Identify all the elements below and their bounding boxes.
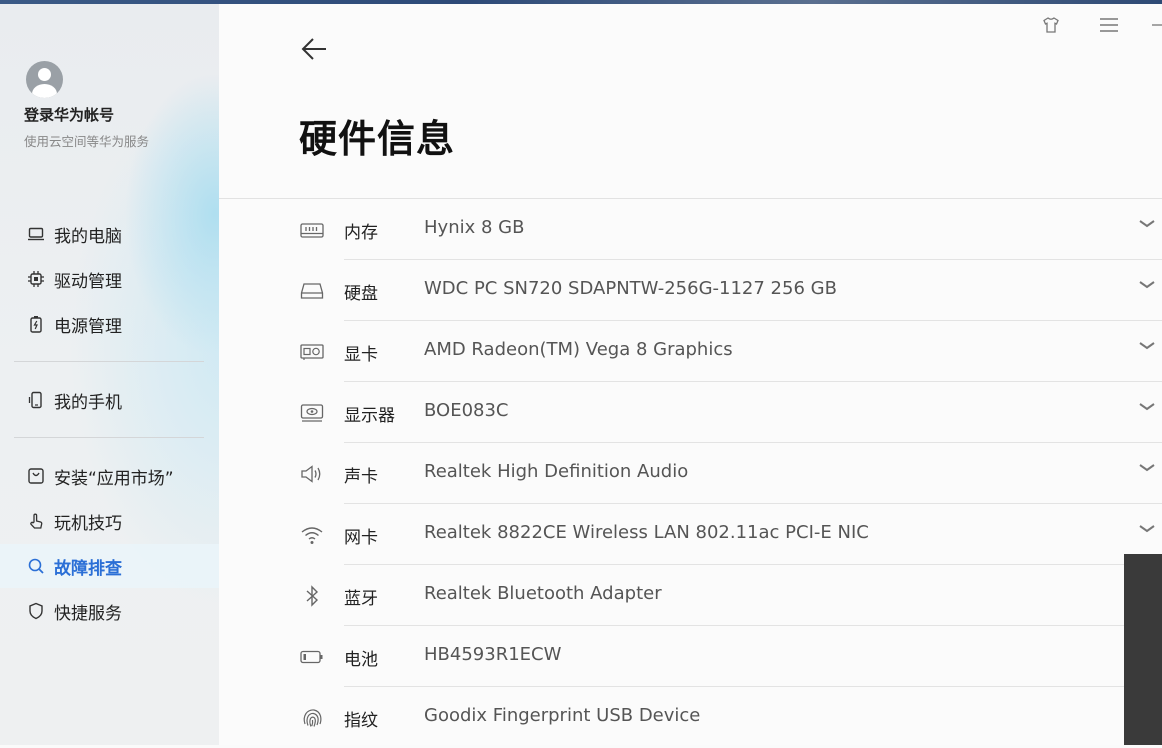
sidebar-item-label: 驱动管理	[54, 271, 122, 292]
page-title: 硬件信息	[299, 117, 456, 161]
chevron-down-icon[interactable]	[1138, 217, 1156, 231]
app-store-icon	[25, 465, 47, 487]
account-login-title[interactable]: 登录华为帐号	[24, 104, 114, 125]
hardware-label: 蓝牙	[344, 589, 378, 609]
hardware-label: 显示器	[344, 406, 395, 426]
chevron-down-icon[interactable]	[1138, 278, 1156, 292]
battery-icon	[299, 644, 325, 670]
hardware-row-bluetooth: 蓝牙 Realtek Bluetooth Adapter	[219, 565, 1162, 626]
sidebar-item-label: 我的电脑	[54, 226, 122, 247]
hardware-value: Goodix Fingerprint USB Device	[424, 705, 701, 726]
wifi-icon	[299, 522, 325, 548]
hardware-label: 网卡	[344, 528, 378, 548]
hardware-row-disk[interactable]: 硬盘 WDC PC SN720 SDAPNTW-256G-1127 256 GB	[219, 260, 1162, 321]
hardware-value: AMD Radeon(TM) Vega 8 Graphics	[424, 339, 733, 360]
hardware-row-battery: 电池 HB4593R1ECW	[219, 626, 1162, 687]
fingerprint-icon	[299, 705, 325, 731]
hardware-row-network-card[interactable]: 网卡 Realtek 8822CE Wireless LAN 802.11ac …	[219, 504, 1162, 565]
memory-icon	[299, 217, 325, 243]
sidebar-item-my-phone[interactable]: 我的手机	[0, 378, 219, 422]
hand-tap-icon	[25, 510, 47, 532]
hardware-label: 硬盘	[344, 284, 378, 304]
hardware-value: BOE083C	[424, 400, 509, 421]
phone-icon	[25, 389, 47, 411]
hardware-label: 声卡	[344, 467, 378, 487]
chip-icon	[25, 268, 47, 290]
hardware-label: 显卡	[344, 345, 378, 365]
sidebar-item-label: 我的手机	[54, 392, 122, 413]
sidebar-item-quick-service[interactable]: 快捷服务	[0, 589, 219, 633]
hardware-label: 内存	[344, 223, 378, 243]
sidebar-divider	[14, 361, 204, 362]
search-icon	[25, 555, 47, 577]
hardware-value: WDC PC SN720 SDAPNTW-256G-1127 256 GB	[424, 278, 837, 299]
disk-icon	[299, 278, 325, 304]
back-button[interactable]	[299, 34, 329, 64]
sidebar-divider	[14, 437, 204, 438]
hardware-row-monitor[interactable]: 显示器 BOE083C	[219, 382, 1162, 443]
window-toolbar	[1006, 12, 1162, 38]
avatar[interactable]	[26, 61, 63, 98]
hardware-value: HB4593R1ECW	[424, 644, 562, 665]
shield-icon	[25, 600, 47, 622]
account-login-subtitle: 使用云空间等华为服务	[24, 134, 150, 149]
chevron-down-icon[interactable]	[1138, 522, 1156, 536]
overlapping-window-edge	[1124, 554, 1162, 745]
hardware-value: Hynix 8 GB	[424, 217, 525, 238]
hardware-value: Realtek 8822CE Wireless LAN 802.11ac PCI…	[424, 522, 869, 543]
hardware-row-fingerprint: 指纹 Goodix Fingerprint USB Device	[219, 687, 1162, 748]
laptop-icon	[25, 223, 47, 245]
sidebar-item-my-computer[interactable]: 我的电脑	[0, 212, 219, 256]
menu-icon[interactable]	[1096, 13, 1122, 37]
gpu-icon	[299, 339, 325, 365]
sidebar-item-tips[interactable]: 玩机技巧	[0, 499, 219, 543]
minimize-icon[interactable]	[1152, 13, 1162, 37]
bluetooth-icon	[299, 583, 325, 609]
sidebar-item-label: 安装“应用市场”	[54, 468, 174, 489]
skin-shirt-icon[interactable]	[1038, 13, 1064, 37]
sidebar-item-label: 玩机技巧	[54, 513, 122, 534]
sidebar-item-install-app-market[interactable]: 安装“应用市场”	[0, 454, 219, 498]
hardware-label: 电池	[344, 650, 378, 670]
speaker-icon	[299, 461, 325, 487]
chevron-down-icon[interactable]	[1138, 400, 1156, 414]
hardware-value: Realtek High Definition Audio	[424, 461, 689, 482]
hardware-row-sound-card[interactable]: 声卡 Realtek High Definition Audio	[219, 443, 1162, 504]
hardware-row-memory[interactable]: 内存 Hynix 8 GB	[219, 199, 1162, 260]
hardware-label: 指纹	[344, 711, 378, 731]
monitor-icon	[299, 400, 325, 426]
sidebar-item-power-management[interactable]: 电源管理	[0, 302, 219, 346]
hardware-value: Realtek Bluetooth Adapter	[424, 583, 662, 604]
sidebar-item-driver-management[interactable]: 驱动管理	[0, 257, 219, 301]
sidebar-item-label: 故障排查	[54, 558, 122, 579]
sidebar-item-troubleshooting[interactable]: 故障排查	[0, 544, 219, 588]
main-panel: 硬件信息 内存 Hynix 8 GB 硬盘 WDC PC SN720 SDAPN…	[219, 4, 1162, 745]
battery-plug-icon	[25, 313, 47, 335]
back-arrow-icon	[301, 38, 326, 60]
sidebar: 登录华为帐号 使用云空间等华为服务 我的电脑 驱动管理 电源管理 我的手机 安装…	[0, 4, 219, 745]
sidebar-item-label: 快捷服务	[54, 603, 122, 624]
chevron-down-icon[interactable]	[1138, 461, 1156, 475]
chevron-down-icon[interactable]	[1138, 339, 1156, 353]
sidebar-item-label: 电源管理	[54, 316, 122, 337]
hardware-row-gpu[interactable]: 显卡 AMD Radeon(TM) Vega 8 Graphics	[219, 321, 1162, 382]
